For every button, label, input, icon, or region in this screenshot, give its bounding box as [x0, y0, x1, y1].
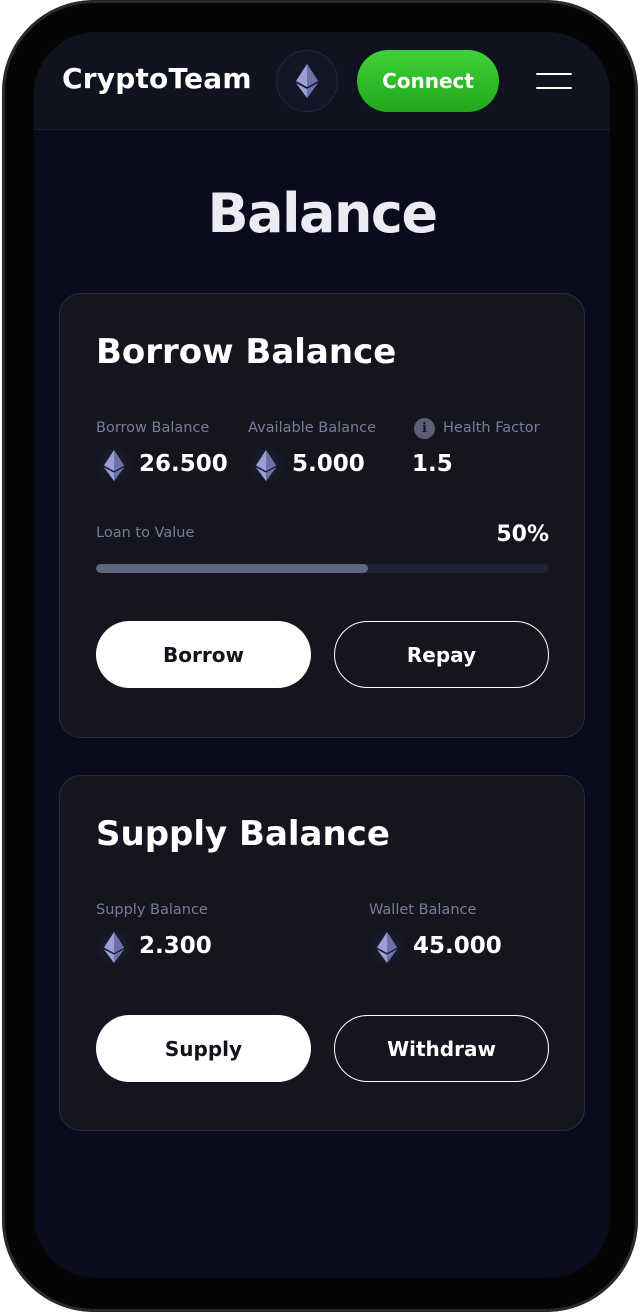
supply-balance-value: 2.300: [139, 933, 212, 959]
info-icon[interactable]: i: [414, 418, 435, 439]
ethereum-icon: [95, 446, 133, 484]
page-title: Balance: [207, 182, 438, 245]
wallet-balance-value: 45.000: [413, 933, 502, 959]
borrow-button[interactable]: Borrow: [96, 621, 311, 688]
wallet-balance-label: Wallet Balance: [369, 902, 477, 918]
network-selector[interactable]: [276, 50, 338, 112]
available-balance-value: 5.000: [292, 451, 365, 477]
supply-button[interactable]: Supply: [96, 1015, 311, 1082]
borrow-balance-card: Borrow Balance Borrow Balance 26.500 Ava…: [59, 293, 585, 738]
ethereum-icon: [296, 64, 318, 98]
loan-to-value-percent: 50%: [496, 522, 549, 547]
borrow-card-title: Borrow Balance: [96, 332, 397, 372]
health-factor-label: Health Factor: [443, 420, 540, 436]
loan-to-value-bar-fill: [96, 564, 368, 573]
app-screen: CryptoTeam Connect Balance Borrow Balanc…: [34, 32, 610, 1278]
connect-wallet-button[interactable]: Connect: [357, 50, 499, 112]
available-balance-label: Available Balance: [248, 420, 377, 436]
supply-card-title: Supply Balance: [96, 814, 390, 854]
loan-to-value-label: Loan to Value: [96, 525, 195, 541]
hamburger-menu-icon[interactable]: [534, 68, 574, 94]
phone-frame: CryptoTeam Connect Balance Borrow Balanc…: [2, 0, 638, 1312]
ethereum-icon: [95, 928, 133, 966]
withdraw-button[interactable]: Withdraw: [334, 1015, 549, 1082]
borrow-balance-value: 26.500: [139, 451, 228, 477]
supply-balance-label: Supply Balance: [96, 902, 208, 918]
ethereum-icon: [368, 928, 406, 966]
app-logo[interactable]: CryptoTeam: [62, 62, 252, 95]
ethereum-icon: [247, 446, 285, 484]
borrow-balance-label: Borrow Balance: [96, 420, 210, 436]
repay-button[interactable]: Repay: [334, 621, 549, 688]
top-navbar: CryptoTeam Connect: [34, 32, 610, 130]
supply-balance-card: Supply Balance Supply Balance 2.300 Wall…: [59, 775, 585, 1131]
health-factor-value: 1.5: [412, 451, 453, 477]
loan-to-value-bar: [96, 564, 549, 573]
